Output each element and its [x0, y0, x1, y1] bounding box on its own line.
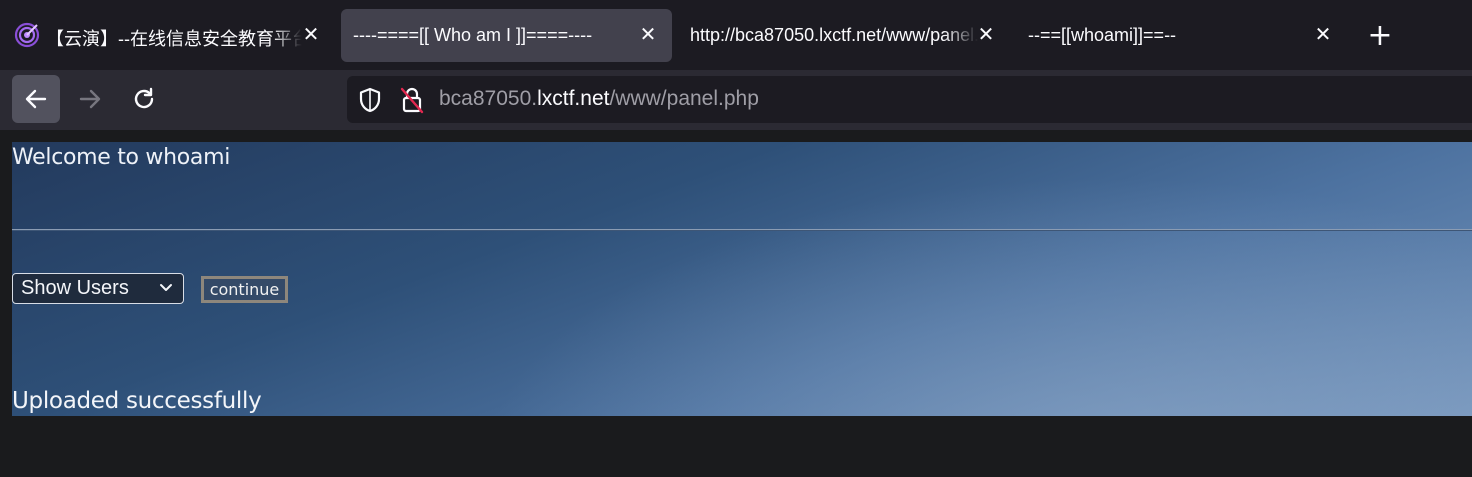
target-icon — [14, 22, 40, 48]
divider — [12, 229, 1472, 231]
close-icon[interactable]: ✕ — [635, 22, 661, 48]
address-bar[interactable]: bca87050.lxctf.net/www/panel.php — [347, 76, 1472, 123]
navigation-bar: bca87050.lxctf.net/www/panel.php — [0, 70, 1472, 130]
arrow-right-icon — [79, 89, 101, 109]
reload-button[interactable] — [120, 75, 168, 123]
page-body: Welcome to whoami Show Users continue Up… — [12, 142, 1472, 416]
forward-button[interactable] — [66, 75, 114, 123]
status-message: Uploaded successfully — [12, 388, 262, 414]
url-host: lxctf.net — [537, 87, 610, 110]
continue-button[interactable]: continue — [201, 276, 288, 303]
insecure-lock-icon[interactable] — [399, 86, 425, 114]
shield-icon[interactable] — [358, 87, 382, 113]
url-path: /www/panel.php — [609, 87, 759, 110]
action-select[interactable]: Show Users — [12, 273, 184, 304]
close-icon[interactable]: ✕ — [973, 22, 999, 48]
tab-title: http://bca87050.lxctf.net/www/panel.php — [690, 25, 978, 45]
tab-who-am-i[interactable]: ----====[[ Who am I ]]====---- ✕ — [341, 9, 672, 62]
tab-yunyan[interactable]: 【云演】--在线信息安全教育平台 ✕ — [0, 9, 330, 62]
select-value: Show Users — [21, 277, 129, 299]
close-icon[interactable]: ✕ — [1310, 22, 1336, 48]
page-title: Welcome to whoami — [12, 145, 231, 170]
tab-strip: 【云演】--在线信息安全教育平台 ✕ ----====[[ Who am I ]… — [0, 0, 1472, 70]
reload-icon — [134, 87, 154, 109]
url-prefix: bca87050. — [439, 87, 538, 110]
tab-title: --==[[whoami]]==-- — [1028, 25, 1177, 45]
tab-panel-url[interactable]: http://bca87050.lxctf.net/www/panel.php … — [676, 9, 1006, 62]
new-tab-button[interactable]: + — [1366, 21, 1394, 51]
arrow-left-icon — [25, 89, 47, 109]
chevron-down-icon — [160, 284, 172, 291]
tab-title: 【云演】--在线信息安全教育平台 — [46, 29, 302, 49]
close-icon[interactable]: ✕ — [298, 22, 324, 48]
tab-title: ----====[[ Who am I ]]====---- — [353, 25, 593, 45]
back-button[interactable] — [12, 75, 60, 123]
page-viewport: Welcome to whoami Show Users continue Up… — [0, 130, 1472, 477]
url-text[interactable]: bca87050.lxctf.net/www/panel.php — [439, 87, 759, 111]
tab-whoami[interactable]: --==[[whoami]]==-- ✕ — [1014, 9, 1350, 62]
